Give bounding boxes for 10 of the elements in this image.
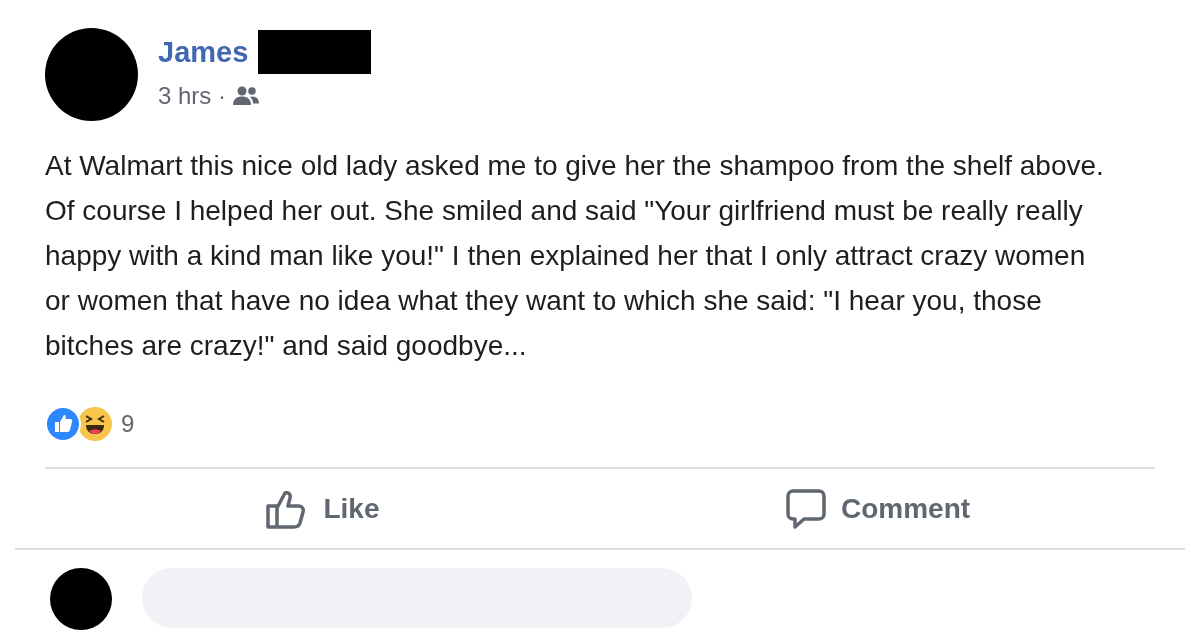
- post-time[interactable]: 3 hrs ·: [158, 78, 226, 114]
- comment-button[interactable]: Comment: [600, 469, 1155, 548]
- friends-icon: [232, 85, 260, 107]
- like-button[interactable]: Like: [45, 469, 600, 548]
- post-text: At Walmart this nice old lady asked me to give her the shampoo from the shelf above. Of course I helped her out. She smiled and said "Your girlfriend must be really really happy with a kind man like you!" I then explained her that I only attract crazy women or women that have no idea what they want to which she said: "I hear you, those bitches are crazy!" and said goodbye...: [44, 149, 1105, 363]
- laughing-reaction-icon: [77, 406, 113, 442]
- like-reaction-icon: [45, 406, 81, 442]
- reaction-count[interactable]: 9: [121, 406, 135, 442]
- speech-bubble-icon: [784, 487, 827, 530]
- author-name[interactable]: James: [158, 32, 249, 72]
